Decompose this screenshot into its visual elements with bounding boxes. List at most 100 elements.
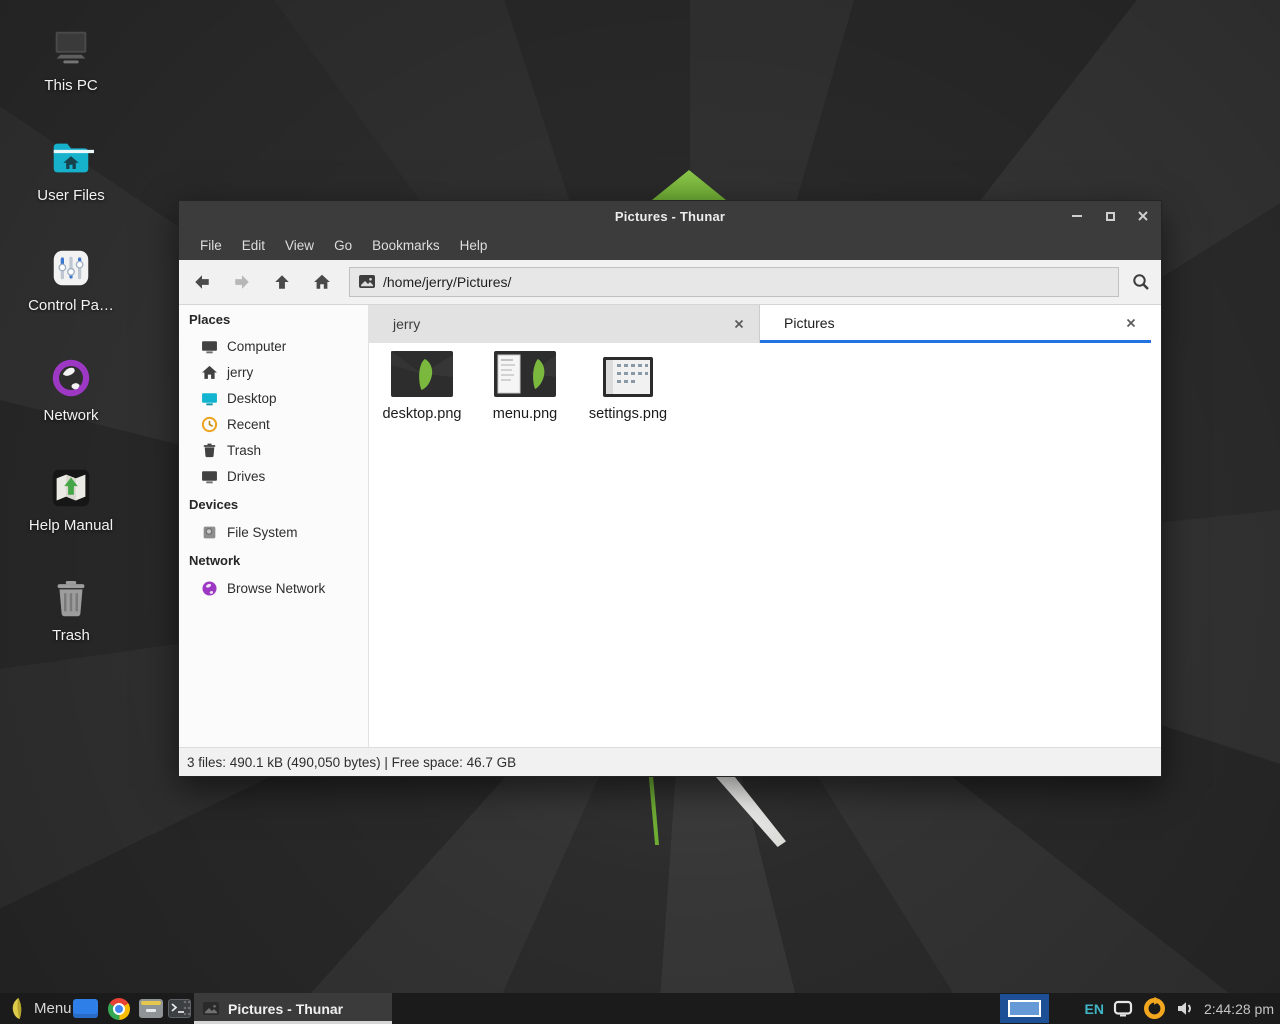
desktop-icon <box>201 390 218 407</box>
browse-network-icon <box>201 580 218 597</box>
up-icon <box>273 273 291 291</box>
archive-cabinet-icon <box>139 999 163 1018</box>
file-name: settings.png <box>578 406 678 422</box>
menu-button-label: Menu <box>34 1000 72 1017</box>
sidebar-header-places: Places <box>179 305 368 333</box>
close-icon <box>1137 210 1149 222</box>
desktop-icon-label: User Files <box>10 187 132 204</box>
panel-drag-handle[interactable] <box>183 999 191 1018</box>
update-manager-icon[interactable] <box>1142 996 1167 1021</box>
volume-icon[interactable] <box>1176 1000 1195 1017</box>
desktop-icon-this-pc[interactable]: This PC <box>10 24 132 94</box>
desktop-icon-help-manual[interactable]: Help Manual <box>10 464 132 534</box>
menu-help[interactable]: Help <box>450 238 498 253</box>
desktop-icon-control-panel[interactable]: Control Pa… <box>10 244 132 314</box>
search-button[interactable] <box>1124 266 1158 298</box>
filesystem-icon <box>201 524 218 541</box>
menu-button[interactable]: Menu <box>0 993 81 1024</box>
tab-label: jerry <box>369 316 420 332</box>
taskbar-window-button[interactable]: Pictures - Thunar <box>194 993 392 1024</box>
workspace-switcher[interactable] <box>1000 994 1049 1023</box>
menu-file[interactable]: File <box>190 238 232 253</box>
display-icon[interactable] <box>1113 1000 1133 1017</box>
toolbar: /home/jerry/Pictures/ <box>179 260 1161 305</box>
minimize-icon <box>1072 215 1082 217</box>
keyboard-layout-indicator[interactable]: EN <box>1084 1001 1103 1017</box>
sidebar-item-label: Trash <box>227 443 261 458</box>
sidebar-item-recent[interactable]: Recent <box>179 411 368 437</box>
menu-view[interactable]: View <box>275 238 324 253</box>
path-text: /home/jerry/Pictures/ <box>383 274 511 290</box>
up-button[interactable] <box>266 266 298 298</box>
trash-icon <box>201 442 218 459</box>
sidebar-item-browse-network[interactable]: Browse Network <box>179 575 368 601</box>
thunar-window: Pictures - Thunar File Edit View Go Book… <box>178 200 1162 777</box>
help-manual-icon <box>10 464 132 512</box>
tab-close-button[interactable] <box>730 315 748 333</box>
file-list: desktop.png menu.png settings.png <box>369 343 1161 747</box>
desktop-icon-label: Trash <box>10 627 132 644</box>
image-thumbnail <box>494 351 556 397</box>
desktop-icon-label: Help Manual <box>10 517 132 534</box>
sidebar-item-desktop[interactable]: Desktop <box>179 385 368 411</box>
path-field[interactable]: /home/jerry/Pictures/ <box>349 267 1119 297</box>
sidebar-item-label: File System <box>227 525 298 540</box>
sidebar-item-computer[interactable]: Computer <box>179 333 368 359</box>
file-menu-png[interactable]: menu.png <box>475 350 575 422</box>
image-file-icon <box>203 1002 219 1016</box>
status-bar: 3 files: 490.1 kB (490,050 bytes) | Free… <box>179 747 1161 776</box>
system-tray: EN 2:44:28 pm <box>1084 993 1277 1024</box>
file-settings-png[interactable]: settings.png <box>578 350 678 422</box>
menu-bookmarks[interactable]: Bookmarks <box>362 238 450 253</box>
file-name: menu.png <box>475 406 575 422</box>
minimize-button[interactable] <box>1065 204 1089 228</box>
maximize-button[interactable] <box>1098 204 1122 228</box>
forward-button[interactable] <box>226 266 258 298</box>
clock[interactable]: 2:44:28 pm <box>1204 1001 1277 1017</box>
close-button[interactable] <box>1131 204 1155 228</box>
forward-icon <box>233 273 251 291</box>
sidebar-header-devices: Devices <box>179 489 368 519</box>
back-icon <box>193 273 211 291</box>
sidebar-header-network: Network <box>179 545 368 575</box>
network-globe-icon <box>10 354 132 402</box>
tab-jerry[interactable]: jerry <box>369 305 760 343</box>
image-thumbnail <box>603 357 653 397</box>
file-pane: jerry Pictures desktop.p <box>369 305 1161 747</box>
sidebar-item-label: Desktop <box>227 391 277 406</box>
user-files-icon <box>10 134 132 182</box>
launcher-chrome[interactable] <box>104 993 134 1024</box>
menu-logo-icon <box>9 997 26 1020</box>
status-text: 3 files: 490.1 kB (490,050 bytes) | Free… <box>187 755 516 770</box>
close-icon <box>734 319 744 329</box>
sidebar-item-jerry[interactable]: jerry <box>179 359 368 385</box>
file-desktop-png[interactable]: desktop.png <box>372 350 472 422</box>
desktop-icon-label: Network <box>10 407 132 424</box>
menu-go[interactable]: Go <box>324 238 362 253</box>
tab-pictures[interactable]: Pictures <box>760 305 1151 343</box>
sidebar-item-drives[interactable]: Drives <box>179 463 368 489</box>
menu-edit[interactable]: Edit <box>232 238 275 253</box>
menubar: File Edit View Go Bookmarks Help <box>179 231 1161 260</box>
launcher-files-blue[interactable] <box>70 993 100 1024</box>
sidebar-item-trash[interactable]: Trash <box>179 437 368 463</box>
this-pc-icon <box>10 24 132 72</box>
tab-close-button[interactable] <box>1122 314 1140 332</box>
back-button[interactable] <box>186 266 218 298</box>
home-button[interactable] <box>306 266 338 298</box>
desktop-icon-network[interactable]: Network <box>10 354 132 424</box>
desktop-icon-user-files[interactable]: User Files <box>10 134 132 204</box>
tab-bar: jerry Pictures <box>369 305 1161 343</box>
sidebar-item-file-system[interactable]: File System <box>179 519 368 545</box>
image-thumbnail <box>391 351 453 397</box>
drives-icon <box>201 468 218 485</box>
desktop-icon-label: Control Pa… <box>10 297 132 314</box>
launcher-file-manager[interactable] <box>136 993 166 1024</box>
blue-window-icon <box>73 999 98 1018</box>
sidebar-item-label: Computer <box>227 339 286 354</box>
workspace-active-window <box>1008 1000 1041 1017</box>
sidebar-item-label: jerry <box>227 365 253 380</box>
sidebar: Places Computer jerry Desktop Recent Tra… <box>179 305 369 747</box>
desktop-icon-trash[interactable]: Trash <box>10 574 132 644</box>
close-icon <box>1126 318 1136 328</box>
